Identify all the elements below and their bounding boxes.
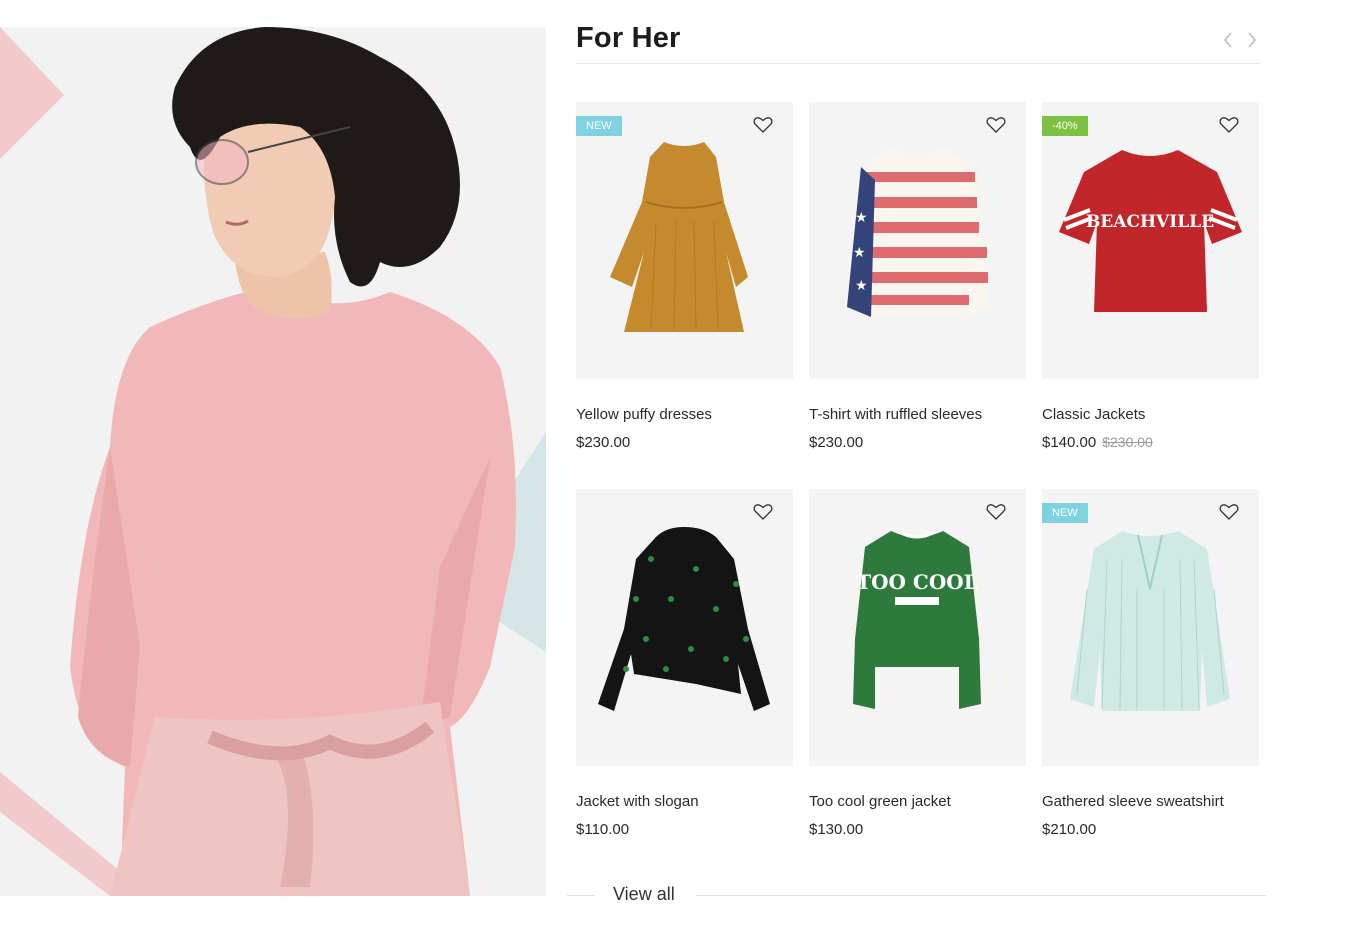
svg-text:★: ★ [855,277,868,293]
product-name[interactable]: Classic Jackets [1042,406,1145,423]
price-current: $130.00 [809,821,864,838]
product-price: $140.00 $230.00 [1042,434,1153,451]
wishlist-button[interactable] [1219,503,1239,521]
next-button[interactable] [1244,30,1260,50]
tshirt-print-text: BEACHVILLE [1086,212,1214,232]
tshirt-illustration: BEACHVILLE [1059,150,1242,312]
discount-badge: -40% [1042,116,1088,136]
price-current: $230.00 [809,434,864,451]
product-image[interactable]: TOO COOL [809,489,1026,766]
product-price: $110.00 [576,821,629,838]
wishlist-button[interactable] [753,503,773,521]
product-name[interactable]: Yellow puffy dresses [576,406,712,423]
section-title: For Her [576,22,681,54]
product-name[interactable]: Gathered sleeve sweatshirt [1042,793,1224,810]
product-image[interactable]: NEW [576,102,793,379]
hoodie-illustration [598,527,770,711]
chevron-right-icon [1248,32,1257,48]
section-header: For Her [576,22,1260,64]
divider-right [696,895,1266,896]
product-image[interactable] [576,489,793,766]
heart-icon [986,117,1006,133]
wishlist-button[interactable] [753,116,773,134]
product-card[interactable]: TOO COOL Too cool green jacket $130.00 [809,489,1026,838]
product-name[interactable]: Too cool green jacket [809,793,951,810]
product-image[interactable]: NEW [1042,489,1259,766]
product-image[interactable]: ★ ★ ★ [809,102,1026,379]
price-current: $230.00 [576,434,631,451]
price-current: $210.00 [1042,821,1097,838]
product-name[interactable]: Jacket with slogan [576,793,699,810]
heart-icon [753,117,773,133]
wishlist-button[interactable] [986,116,1006,134]
heart-icon [1219,117,1239,133]
wishlist-button[interactable] [1219,116,1239,134]
product-image[interactable]: BEACHVILLE -40% [1042,102,1259,379]
svg-text:★: ★ [855,209,868,225]
product-name[interactable]: T-shirt with ruffled sleeves [809,406,982,423]
blouse-illustration [1070,531,1230,711]
product-card[interactable]: NEW Gathered sleeve sweatshirt $210.00 [1042,489,1259,838]
product-card[interactable]: BEACHVILLE -40% Classic Jackets $140.00 $… [1042,102,1259,451]
product-price: $230.00 [576,434,630,451]
view-all-link[interactable]: View all [613,884,675,905]
heart-icon [1219,504,1239,520]
divider-left [567,895,595,896]
new-badge: NEW [576,116,622,136]
model-illustration [0,27,546,896]
product-price: $210.00 [1042,821,1096,838]
price-current: $110.00 [576,821,630,838]
new-badge: NEW [1042,503,1088,523]
carousel-nav [1220,30,1260,50]
heart-icon [986,504,1006,520]
dress-illustration [610,142,748,332]
product-card[interactable]: ★ ★ ★ T-shirt with ruffled sleeves $230.… [809,102,1026,451]
prev-button[interactable] [1220,30,1236,50]
svg-text:★: ★ [853,244,866,260]
product-card[interactable]: Jacket with slogan $110.00 [576,489,793,838]
chevron-left-icon [1223,32,1232,48]
green-sweater-illustration: TOO COOL [853,531,981,709]
striped-sweater-illustration: ★ ★ ★ [847,147,989,317]
product-price: $230.00 [809,434,863,451]
heart-icon [753,504,773,520]
wishlist-button[interactable] [986,503,1006,521]
product-price: $130.00 [809,821,863,838]
product-card[interactable]: NEW Yellow puffy dresses $230.00 [576,102,793,451]
price-current: $140.00 [1042,434,1097,451]
hero-banner-image [0,27,546,896]
price-old: $230.00 [1102,434,1153,450]
sweater-print-text: TOO COOL [856,570,978,594]
